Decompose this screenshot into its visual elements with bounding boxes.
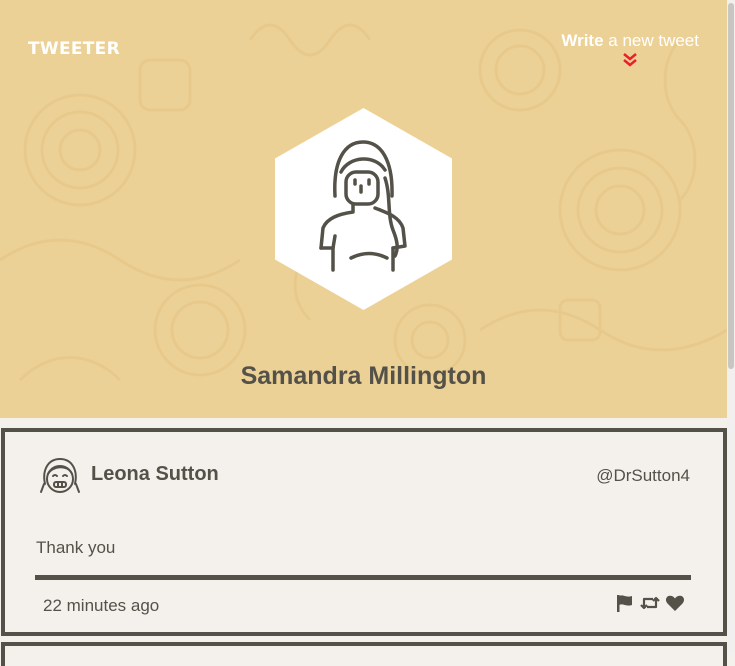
- scrollbar-thumb[interactable]: [728, 3, 734, 369]
- retweet-icon[interactable]: [639, 593, 661, 618]
- flag-icon[interactable]: [615, 593, 635, 618]
- write-tweet-button[interactable]: Write a new tweet: [561, 31, 699, 68]
- tweet-actions: [615, 593, 685, 618]
- tweet-card: Leona Sutton @DrSutton4 Thank you 22 min…: [1, 428, 727, 636]
- profile-avatar: [275, 108, 452, 310]
- smiling-girl-avatar-icon: [40, 458, 80, 493]
- tweet-author-name[interactable]: Leona Sutton: [91, 463, 219, 486]
- profile-header: TWEETER Write a new tweet Samandra Milli…: [0, 0, 727, 418]
- tweet-timestamp: 22 minutes ago: [43, 596, 160, 615]
- tweet-author-handle[interactable]: @DrSutton4: [596, 466, 690, 486]
- app-logo[interactable]: TWEETER: [28, 39, 120, 59]
- tweet-divider: [35, 575, 691, 580]
- double-chevron-down-icon[interactable]: [621, 52, 639, 68]
- tweet-text: Thank you: [36, 538, 116, 557]
- profile-name: Samandra Millington: [240, 362, 487, 390]
- compose-label: Write a new tweet: [561, 31, 699, 50]
- heart-icon[interactable]: [665, 593, 685, 618]
- scrollbar[interactable]: [727, 0, 735, 653]
- next-tweet-card: [1, 642, 727, 666]
